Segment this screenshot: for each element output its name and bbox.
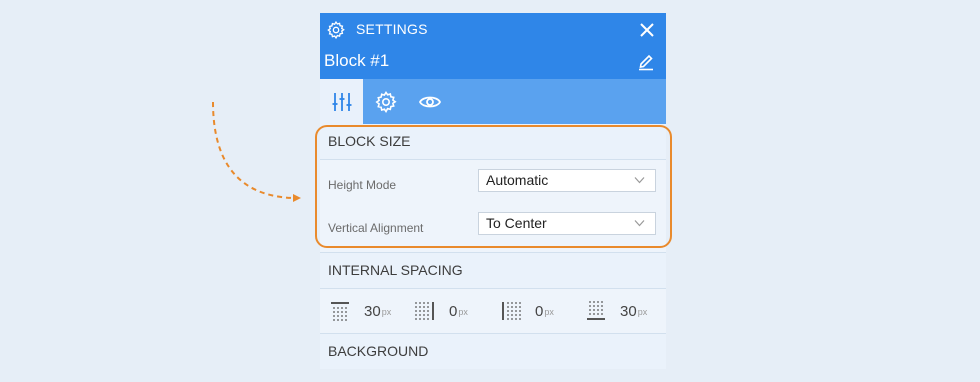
padding-left-icon	[502, 302, 521, 320]
spacing-controls: 30 px 0 px 0 px 30 px	[320, 289, 666, 334]
tab-settings[interactable]	[364, 79, 407, 124]
spacing-right-unit: px	[458, 307, 468, 317]
highlight-outline	[315, 125, 672, 248]
spacing-top-unit: px	[381, 307, 392, 317]
panel-header: SETTINGS Block #1	[320, 13, 666, 79]
close-icon[interactable]	[638, 21, 656, 39]
gear-icon	[327, 20, 345, 40]
spacing-left[interactable]: 0 px	[501, 299, 554, 323]
panel-title: SETTINGS	[356, 21, 428, 37]
spacing-top-value: 30	[364, 302, 381, 320]
gear-icon	[374, 90, 397, 113]
spacing-right-value: 0	[449, 302, 458, 320]
spacing-left-unit: px	[544, 307, 554, 317]
spacing-right[interactable]: 0 px	[415, 299, 468, 323]
spacing-bottom-value: 30	[620, 302, 637, 320]
spacing-bottom-unit: px	[637, 307, 648, 317]
block-name: Block #1	[324, 51, 390, 70]
eye-icon	[418, 96, 441, 107]
spacing-left-value: 0	[535, 302, 544, 320]
tab-visibility[interactable]	[408, 79, 451, 124]
sliders-icon	[332, 92, 351, 111]
section-background[interactable]: BACKGROUND	[320, 334, 666, 369]
spacing-bottom[interactable]: 30 px	[586, 299, 647, 323]
tab-bar	[320, 79, 666, 124]
padding-right-icon	[415, 302, 434, 320]
spacing-top[interactable]: 30 px	[330, 299, 391, 323]
annotation-arrow	[212, 101, 301, 202]
padding-bottom-icon	[587, 301, 605, 320]
tab-layout[interactable]	[320, 79, 363, 124]
padding-top-icon	[331, 302, 349, 321]
edit-icon[interactable]	[636, 51, 656, 71]
section-internal-spacing: INTERNAL SPACING	[320, 252, 666, 289]
